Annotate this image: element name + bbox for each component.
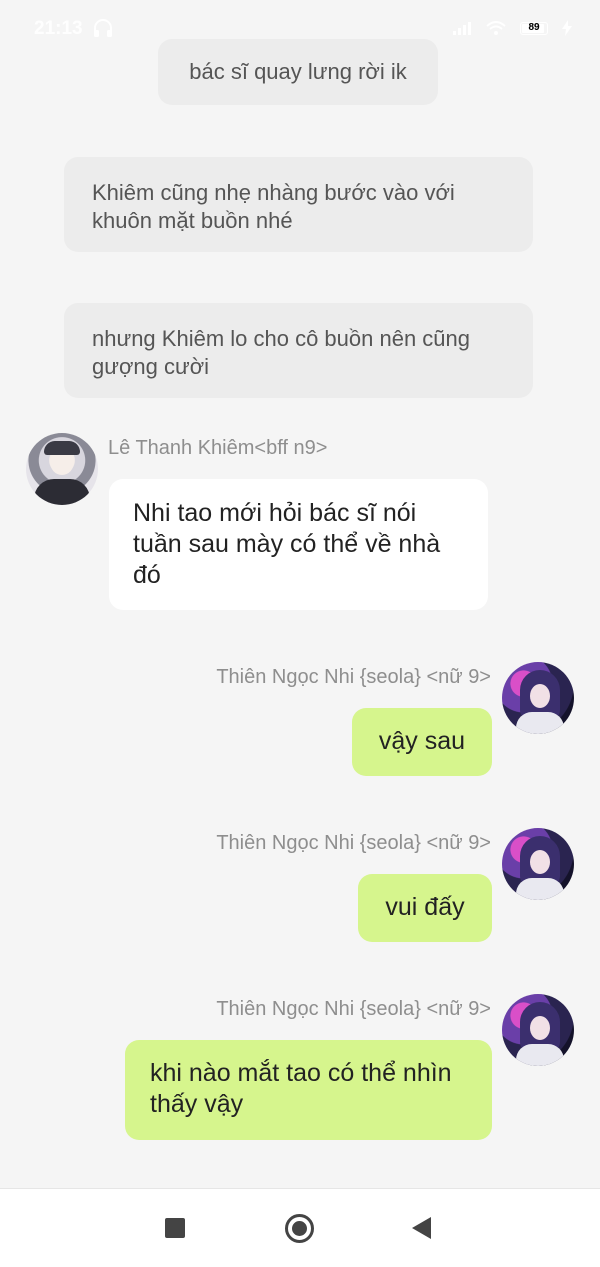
narration-bubble: Khiêm cũng nhẹ nhàng bước vào với khuôn … bbox=[64, 157, 533, 252]
back-icon[interactable] bbox=[412, 1217, 431, 1239]
avatar-le-thanh-khiem[interactable] bbox=[26, 433, 98, 505]
narration-bubble: nhưng Khiêm lo cho cô buồn nên cũng gượn… bbox=[64, 303, 533, 398]
status-icons: 89 bbox=[452, 20, 572, 36]
sender-name: Lê Thanh Khiêm<bff n9> bbox=[108, 437, 328, 459]
headphone-icon bbox=[94, 19, 112, 37]
message-bubble[interactable]: Nhi tao mới hỏi bác sĩ nói tuần sau mày … bbox=[109, 479, 488, 610]
sender-name: Thiên Ngọc Nhi {seola} <nữ 9> bbox=[216, 832, 491, 854]
avatar-thien-ngoc-nhi[interactable] bbox=[502, 828, 574, 900]
status-time: 21:13 bbox=[34, 18, 83, 39]
sender-name: Thiên Ngọc Nhi {seola} <nữ 9> bbox=[216, 998, 491, 1020]
battery-icon: 89 bbox=[520, 21, 548, 35]
message-bubble[interactable]: vậy sau bbox=[352, 708, 492, 776]
recent-apps-icon[interactable] bbox=[165, 1218, 185, 1238]
message-bubble[interactable]: vui đấy bbox=[358, 874, 492, 942]
narration-bubble: bác sĩ quay lưng rời ik bbox=[158, 39, 438, 105]
charging-icon bbox=[562, 20, 572, 36]
sender-name: Thiên Ngọc Nhi {seola} <nữ 9> bbox=[216, 666, 491, 688]
home-icon[interactable] bbox=[285, 1214, 314, 1243]
avatar-thien-ngoc-nhi[interactable] bbox=[502, 994, 574, 1066]
wifi-icon bbox=[486, 20, 506, 35]
signal-icon bbox=[453, 22, 471, 35]
avatar-thien-ngoc-nhi[interactable] bbox=[502, 662, 574, 734]
message-bubble[interactable]: khi nào mắt tao có thể nhìn thấy vậy bbox=[125, 1040, 492, 1140]
navigation-bar bbox=[0, 1188, 600, 1267]
battery-level: 89 bbox=[528, 21, 540, 33]
